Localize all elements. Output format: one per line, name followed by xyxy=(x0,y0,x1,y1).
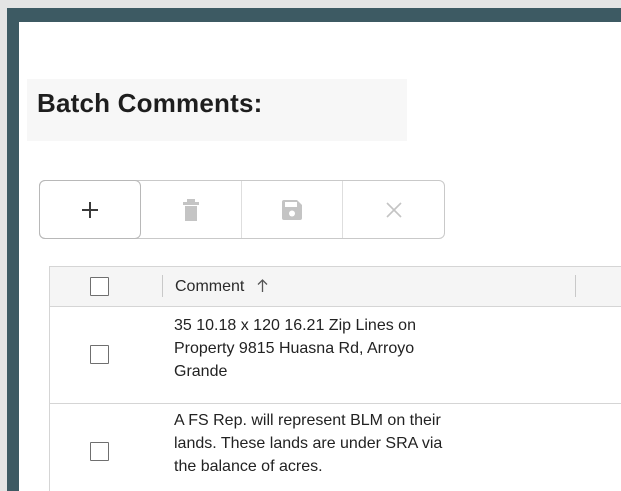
column-header-label: Comment xyxy=(175,278,245,295)
arrow-up-icon xyxy=(257,279,268,297)
batch-comments-panel: Batch Comments: Comment 35 10.18 x 120 1… xyxy=(7,8,621,491)
cancel-button[interactable] xyxy=(343,181,444,238)
close-icon xyxy=(385,201,402,218)
panel-content: Batch Comments: Comment 35 10.18 x 120 1… xyxy=(19,22,621,491)
save-icon xyxy=(282,199,302,220)
comments-toolbar xyxy=(39,180,445,239)
table-row[interactable]: A FS Rep. will represent BLM on their la… xyxy=(50,404,621,491)
column-resize-handle[interactable] xyxy=(575,275,576,297)
comment-line: 35 10.18 x 120 16.21 Zip Lines on xyxy=(174,317,416,334)
save-button[interactable] xyxy=(242,181,343,238)
delete-button[interactable] xyxy=(141,181,242,238)
row-checkbox[interactable] xyxy=(90,442,109,461)
comment-line: Property 9815 Huasna Rd, Arroyo xyxy=(174,340,415,357)
add-button[interactable] xyxy=(39,180,141,239)
comment-cell: 35 10.18 x 120 16.21 Zip Lines on Proper… xyxy=(174,314,574,383)
comment-cell: A FS Rep. will represent BLM on their la… xyxy=(174,409,574,478)
comment-line: the balance of acres. xyxy=(174,458,323,475)
comment-line: lands. These lands are under SRA via xyxy=(174,435,443,452)
row-checkbox[interactable] xyxy=(90,345,109,364)
window-frame: Batch Comments: Comment 35 10.18 x 120 1… xyxy=(0,0,621,491)
comment-line: Grande xyxy=(174,363,228,380)
trash-icon xyxy=(183,198,199,221)
table-row[interactable]: 35 10.18 x 120 16.21 Zip Lines on Proper… xyxy=(50,307,621,404)
plus-icon xyxy=(82,201,98,218)
comment-line: A FS Rep. will represent BLM on their xyxy=(174,412,441,429)
column-separator xyxy=(162,275,163,297)
select-all-checkbox[interactable] xyxy=(90,277,109,296)
comments-grid: Comment 35 10.18 x 120 16.21 Zip Lines o… xyxy=(49,266,621,491)
grid-header: Comment xyxy=(50,267,621,307)
page-title: Batch Comments: xyxy=(37,88,263,118)
column-header-comment[interactable]: Comment xyxy=(175,278,268,297)
